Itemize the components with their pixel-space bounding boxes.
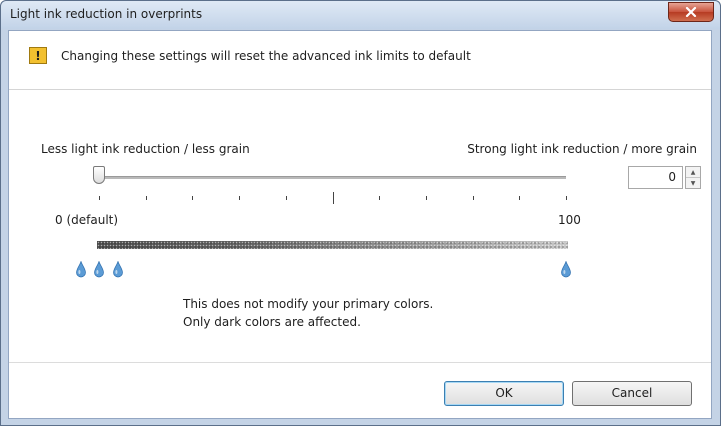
slider-tick — [519, 196, 520, 200]
info-text-line-1: This does not modify your primary colors… — [183, 297, 434, 311]
slider-tick — [192, 196, 193, 200]
grain-value-spinner[interactable]: ▲ ▼ — [685, 166, 701, 189]
slider-label-right: Strong light ink reduction / more grain — [467, 142, 697, 156]
grain-value-input[interactable]: 0 — [628, 166, 683, 189]
ink-drop-icon — [561, 261, 571, 278]
dialog-content: ! Changing these settings will reset the… — [8, 30, 712, 419]
title-bar[interactable]: Light ink reduction in overprints — [1, 1, 720, 29]
slider-tick — [473, 196, 474, 200]
spin-down-button[interactable]: ▼ — [686, 178, 700, 188]
chevron-down-icon: ▼ — [690, 179, 696, 187]
grain-gradient-bar — [97, 241, 568, 249]
ink-drop-icon — [76, 261, 86, 278]
slider-tick — [379, 196, 380, 200]
footer-separator — [9, 362, 711, 363]
ink-drop-icon — [94, 261, 104, 278]
slider-tick — [146, 196, 147, 200]
close-icon — [685, 7, 697, 17]
slider-tick — [426, 196, 427, 200]
slider-tick — [566, 196, 567, 200]
window-title: Light ink reduction in overprints — [10, 7, 203, 21]
ink-drop-icon — [113, 261, 123, 278]
slider-thumb[interactable] — [93, 166, 105, 184]
slider-min-label: 0 (default) — [55, 213, 119, 227]
info-text-line-2: Only dark colors are affected. — [183, 315, 361, 329]
warning-icon: ! — [29, 47, 47, 64]
chevron-up-icon: ▲ — [690, 168, 696, 176]
cancel-button[interactable]: Cancel — [572, 381, 692, 406]
dialog-window: Light ink reduction in overprints ! Chan… — [0, 0, 721, 426]
slider-track[interactable] — [96, 176, 566, 179]
ok-button[interactable]: OK — [444, 381, 564, 406]
slider-label-left: Less light ink reduction / less grain — [41, 142, 250, 156]
slider-tick — [333, 192, 334, 204]
slider-tick — [286, 196, 287, 200]
warning-text: Changing these settings will reset the a… — [61, 49, 471, 63]
slider-tick — [99, 196, 100, 200]
close-button[interactable] — [668, 2, 714, 22]
spin-up-button[interactable]: ▲ — [686, 167, 700, 178]
slider-max-label: 100 — [558, 213, 581, 227]
slider-tick — [239, 196, 240, 200]
warning-banner: ! Changing these settings will reset the… — [9, 31, 711, 90]
